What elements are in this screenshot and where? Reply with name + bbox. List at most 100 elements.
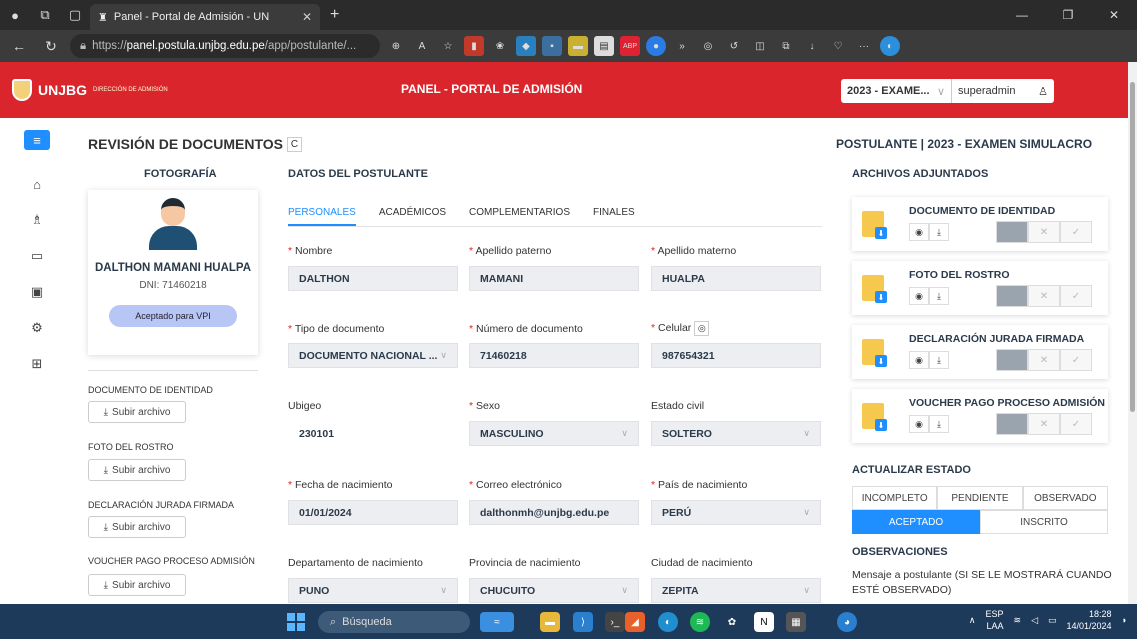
fecha-nacimiento-field[interactable]: 01/01/2024 <box>288 500 458 525</box>
vscode-icon[interactable]: ⟩ <box>573 612 593 632</box>
url-field[interactable]: 🔒︎ https://panel.postula.unjbg.edu.pe/ap… <box>70 34 380 58</box>
windows-start-icon[interactable] <box>287 613 305 631</box>
numero-documento-field[interactable]: 71460218 <box>469 343 639 368</box>
provincia-nacimiento-select[interactable]: CHUCUITO ∨ <box>469 578 639 603</box>
settings-icon[interactable]: ⚙ <box>24 310 50 346</box>
heart-icon[interactable]: ♡ <box>828 36 848 56</box>
celular-field[interactable]: 987654321 <box>651 343 821 368</box>
folder-download-icon[interactable] <box>862 403 887 431</box>
extension-icon[interactable]: ❀ <box>490 36 510 56</box>
adblock-icon[interactable]: ABP <box>620 36 640 56</box>
collections-icon[interactable]: ⧉ <box>776 36 796 56</box>
extension-icon[interactable]: ▪ <box>542 36 562 56</box>
reject-button[interactable]: ✕ <box>1028 349 1060 371</box>
extension-icon[interactable]: ▮ <box>464 36 484 56</box>
upload-button[interactable]: ⤓ Subir archivo <box>88 574 186 596</box>
apellido-materno-field[interactable]: HUALPA <box>651 266 821 291</box>
refresh-icon[interactable]: ↻ <box>38 33 64 59</box>
reload-icon[interactable]: C <box>287 136 302 152</box>
close-window-icon[interactable]: ✕ <box>1091 0 1137 30</box>
notification-icon[interactable]: ◗ <box>1122 615 1127 625</box>
browser-tab[interactable]: ♜ Panel - Portal de Admisión - UN ✕ <box>90 4 320 30</box>
chevron-up-icon[interactable]: ∧ <box>969 615 976 626</box>
extension-icon[interactable]: ▤ <box>594 36 614 56</box>
widgets-icon[interactable]: ≈ <box>480 612 514 632</box>
calculator-icon[interactable]: ▦ <box>786 612 806 632</box>
apellido-paterno-field[interactable]: MAMANI <box>469 266 639 291</box>
folder-icon[interactable]: ▭ <box>24 238 50 274</box>
scrollbar-thumb[interactable] <box>1130 82 1135 412</box>
download-icon[interactable]: ⤓ <box>929 351 949 369</box>
read-aloud-icon[interactable]: A <box>412 36 432 56</box>
file-explorer-icon[interactable]: ▬ <box>540 612 560 632</box>
taskbar-search[interactable]: ⌕ Búsqueda <box>318 611 470 633</box>
home-icon[interactable]: ⌂ <box>24 166 50 202</box>
back-icon[interactable]: ← <box>6 33 32 59</box>
spotify-icon[interactable]: ≋ <box>690 612 710 632</box>
tab-complementarios[interactable]: COMPLEMENTARIOS <box>469 207 570 226</box>
status-badge[interactable]: Aceptado para VPI <box>109 305 237 327</box>
extension-icon[interactable]: ◎ <box>698 36 718 56</box>
approve-button[interactable]: ✓ <box>1060 285 1092 307</box>
view-icon[interactable]: ◉ <box>909 351 929 369</box>
view-icon[interactable]: ◉ <box>909 223 929 241</box>
whatsapp-icon[interactable]: ◎ <box>694 321 710 336</box>
tab-personales[interactable]: PERSONALES <box>288 207 356 226</box>
neutral-state-button[interactable]: — <box>996 349 1028 371</box>
refresh-page-icon[interactable]: ↺ <box>724 36 744 56</box>
folder-download-icon[interactable] <box>862 211 887 239</box>
users-icon[interactable]: ♗ <box>24 202 50 238</box>
extension-icon[interactable]: ▬ <box>568 36 588 56</box>
neutral-state-button[interactable]: — <box>996 221 1028 243</box>
status-pendiente-button[interactable]: PENDIENTE <box>937 486 1023 510</box>
new-tab-button[interactable]: + <box>330 6 339 24</box>
status-observado-button[interactable]: OBSERVADO <box>1022 486 1108 510</box>
approve-button[interactable]: ✓ <box>1060 349 1092 371</box>
restore-icon[interactable]: ❐ <box>1045 0 1091 30</box>
university-logo[interactable]: UNJBG DIRECCIÓN DE ADMISIÓN <box>12 79 168 101</box>
view-icon[interactable]: ◉ <box>909 415 929 433</box>
clock[interactable]: 18:28 14/01/2024 <box>1067 608 1112 632</box>
exam-select[interactable]: 2023 - EXAME... ∨ <box>841 79 951 103</box>
language-indicator[interactable]: ESP LAA <box>986 608 1004 632</box>
wifi-icon[interactable]: ≋ <box>1014 615 1022 626</box>
notion-icon[interactable]: N <box>754 612 774 632</box>
user-menu[interactable]: superadmin ♙ <box>951 79 1054 103</box>
chatgpt-icon[interactable]: ✿ <box>722 612 742 632</box>
correo-field[interactable]: dalthonmh@unjbg.edu.pe <box>469 500 639 525</box>
favorite-star-icon[interactable]: ☆ <box>438 36 458 56</box>
folder-download-icon[interactable] <box>862 339 887 367</box>
pais-nacimiento-select[interactable]: PERÚ ∨ <box>651 500 821 525</box>
menu-toggle-icon[interactable]: ≡ <box>24 130 50 150</box>
app-icon[interactable]: ◢ <box>625 612 645 632</box>
workspaces-icon[interactable]: ⧉ <box>30 0 60 30</box>
page-scrollbar[interactable] <box>1128 62 1137 604</box>
status-incompleto-button[interactable]: INCOMPLETO <box>852 486 938 510</box>
split-screen-icon[interactable]: ◫ <box>750 36 770 56</box>
approve-button[interactable]: ✓ <box>1060 413 1092 435</box>
battery-icon[interactable]: ▭ <box>1048 615 1057 626</box>
extension-icon[interactable]: ◆ <box>516 36 536 56</box>
more-icon[interactable]: ··· <box>854 36 874 56</box>
status-inscrito-button[interactable]: INSCRITO <box>980 510 1108 534</box>
reject-button[interactable]: ✕ <box>1028 285 1060 307</box>
reject-button[interactable]: ✕ <box>1028 413 1060 435</box>
neutral-state-button[interactable]: — <box>996 285 1028 307</box>
estado-civil-select[interactable]: SOLTERO ∨ <box>651 421 821 446</box>
download-icon[interactable]: ⤓ <box>929 287 949 305</box>
tab-actions-icon[interactable]: ▢ <box>60 0 90 30</box>
extension-icon[interactable]: » <box>672 36 692 56</box>
minimize-icon[interactable]: — <box>999 0 1045 30</box>
volume-icon[interactable]: ◁ <box>1031 615 1038 626</box>
ciudad-nacimiento-select[interactable]: ZEPITA ∨ <box>651 578 821 603</box>
edge-icon[interactable]: ◐ <box>658 612 678 632</box>
zoom-icon[interactable]: ⊕ <box>386 36 406 56</box>
extension-icon[interactable]: ● <box>646 36 666 56</box>
app-icon[interactable]: ◕ <box>837 612 857 632</box>
upload-button[interactable]: ⤓ Subir archivo <box>88 401 186 423</box>
view-icon[interactable]: ◉ <box>909 287 929 305</box>
reject-button[interactable]: ✕ <box>1028 221 1060 243</box>
ubigeo-field[interactable]: 230101 <box>288 421 458 446</box>
terminal-icon[interactable]: ›_ <box>605 612 625 632</box>
download-icon[interactable]: ⤓ <box>929 223 949 241</box>
